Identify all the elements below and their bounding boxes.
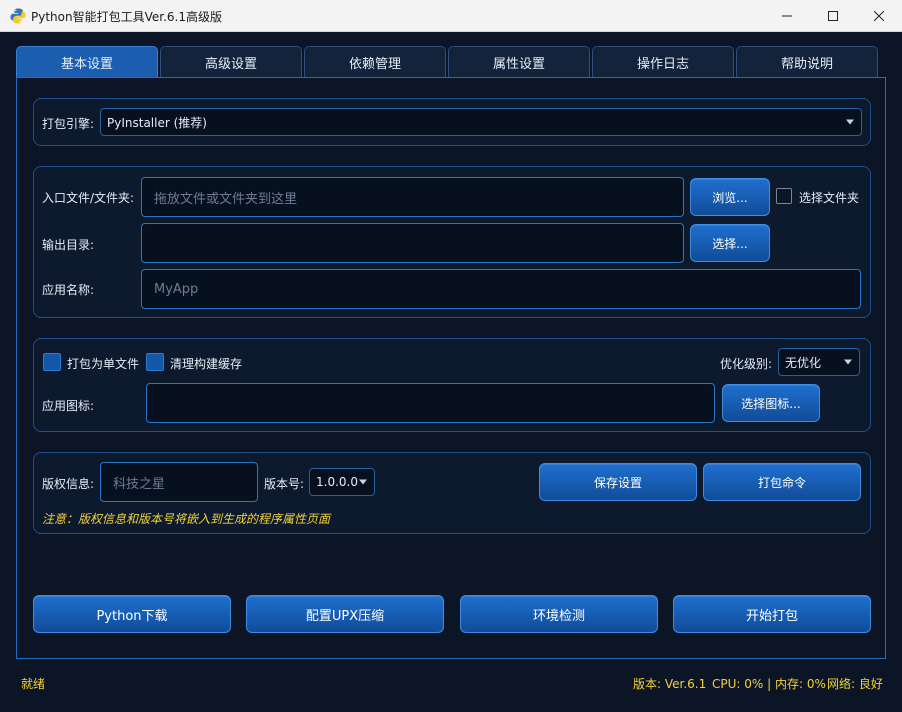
optimize-select[interactable]: 无优化 xyxy=(778,348,860,376)
engine-label: 打包引擎: xyxy=(42,117,95,131)
upx-config-button[interactable]: 配置UPX压缩 xyxy=(246,595,444,633)
appname-label: 应用名称: xyxy=(42,283,95,297)
select-folder-label: 选择文件夹 xyxy=(799,191,860,205)
appname-input[interactable]: MyApp xyxy=(141,269,861,309)
close-button[interactable] xyxy=(856,0,902,32)
tab-advanced-settings[interactable]: 高级设置 xyxy=(160,46,302,78)
copyright-input[interactable]: 科技之星 xyxy=(100,462,258,502)
copyright-label: 版权信息: xyxy=(42,477,95,491)
options-group: 打包为单文件 清理构建缓存 优化级别: 无优化 应用图标: 选择图标... xyxy=(33,338,871,432)
chevron-down-icon xyxy=(844,359,852,365)
status-version: 版本: Ver.6.1 xyxy=(633,677,707,691)
icon-label: 应用图标: xyxy=(42,399,95,413)
engine-select-value: PyInstaller (推荐) xyxy=(107,115,207,130)
window-title: Python智能打包工具Ver.6.1高级版 xyxy=(31,10,222,24)
version-label: 版本号: xyxy=(264,477,305,491)
chevron-down-icon xyxy=(359,479,367,485)
version-select-value: 1.0.0.0 xyxy=(316,475,358,489)
onefile-label: 打包为单文件 xyxy=(67,357,140,371)
python-logo-icon xyxy=(10,8,26,24)
python-download-button[interactable]: Python下载 xyxy=(33,595,231,633)
start-pack-button[interactable]: 开始打包 xyxy=(673,595,871,633)
tab-operation-log[interactable]: 操作日志 xyxy=(592,46,734,78)
clean-cache-label: 清理构建缓存 xyxy=(170,357,243,371)
select-folder-checkbox[interactable] xyxy=(776,188,792,204)
meta-group: 版权信息: 科技之星 版本号: 1.0.0.0 保存设置 打包命令 注意：版权信… xyxy=(33,452,871,534)
tab-property-settings[interactable]: 属性设置 xyxy=(448,46,590,78)
embed-note: 注意：版权信息和版本号将嵌入到生成的程序属性页面 xyxy=(42,512,331,526)
status-resources: CPU: 0% | 内存: 0% xyxy=(712,677,826,691)
entry-label: 入口文件/文件夹: xyxy=(42,191,135,205)
output-select-button[interactable]: 选择... xyxy=(690,224,770,262)
status-state: 就绪 xyxy=(21,677,46,691)
maximize-button[interactable] xyxy=(810,0,856,32)
minimize-icon xyxy=(782,15,792,17)
tab-help[interactable]: 帮助说明 xyxy=(736,46,878,78)
onefile-checkbox[interactable] xyxy=(43,353,61,371)
icon-path-input[interactable] xyxy=(146,383,715,423)
entry-input[interactable]: 拖放文件或文件夹到这里 xyxy=(141,177,684,217)
tab-basic-settings[interactable]: 基本设置 xyxy=(16,46,158,78)
title-bar: Python智能打包工具Ver.6.1高级版 xyxy=(0,0,902,32)
chevron-down-icon xyxy=(846,119,854,125)
save-settings-button[interactable]: 保存设置 xyxy=(539,463,697,501)
close-icon xyxy=(874,11,884,21)
optimize-select-value: 无优化 xyxy=(785,355,822,370)
minimize-button[interactable] xyxy=(764,0,810,32)
engine-select[interactable]: PyInstaller (推荐) xyxy=(100,108,862,136)
engine-group: 打包引擎: PyInstaller (推荐) xyxy=(33,98,871,146)
tab-dependency-management[interactable]: 依赖管理 xyxy=(304,46,446,78)
select-icon-button[interactable]: 选择图标... xyxy=(722,384,820,422)
output-dir-input[interactable] xyxy=(141,223,684,263)
clean-cache-checkbox[interactable] xyxy=(146,353,164,371)
paths-group: 入口文件/文件夹: 拖放文件或文件夹到这里 浏览... 选择文件夹 输出目录: … xyxy=(33,166,871,318)
browse-button[interactable]: 浏览... xyxy=(690,178,770,216)
env-check-button[interactable]: 环境检测 xyxy=(460,595,658,633)
output-label: 输出目录: xyxy=(42,238,95,252)
version-select[interactable]: 1.0.0.0 xyxy=(309,468,375,496)
status-network: 网络: 良好 xyxy=(827,677,883,691)
tab-content-basic: 打包引擎: PyInstaller (推荐) 入口文件/文件夹: 拖放文件或文件… xyxy=(16,77,886,659)
maximize-icon xyxy=(828,11,838,21)
optimize-label: 优化级别: xyxy=(720,357,773,371)
pack-command-button[interactable]: 打包命令 xyxy=(703,463,861,501)
